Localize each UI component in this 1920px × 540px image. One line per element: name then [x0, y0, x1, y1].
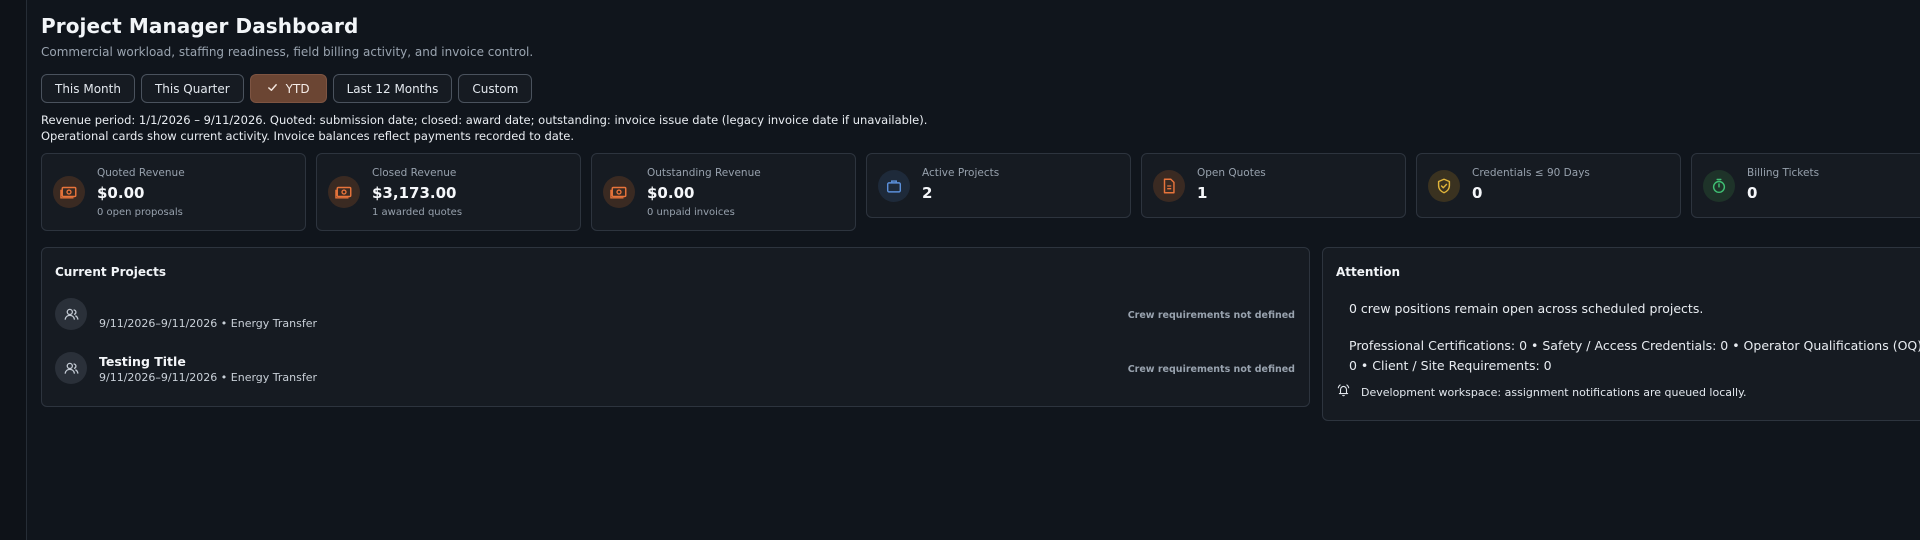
page-title: Project Manager Dashboard	[41, 14, 359, 38]
project-meta: 9/11/2026–9/11/2026 • Energy Transfer	[99, 317, 318, 330]
kpi-active-projects[interactable]: Active Projects 2	[866, 153, 1131, 218]
attention-notice: Development workspace: assignment notifi…	[1336, 383, 1747, 401]
period-note-line: Revenue period: 1/1/2026 – 9/11/2026. Qu…	[41, 113, 928, 127]
period-label: This Quarter	[154, 81, 230, 96]
project-title: Testing Title	[99, 354, 186, 369]
kpi-sub: 1 awarded quotes	[372, 207, 463, 218]
kpi-closed-revenue[interactable]: Closed Revenue $3,173.00 1 awarded quote…	[316, 153, 581, 231]
kpi-credentials-90-days[interactable]: Credentials ≤ 90 Days 0	[1416, 153, 1681, 218]
kpi-value: $0.00	[647, 184, 695, 202]
panel-title: Attention	[1336, 265, 1401, 279]
period-this-quarter-button[interactable]: This Quarter	[140, 74, 244, 103]
cash-icon	[328, 176, 360, 208]
kpi-value: $0.00	[97, 184, 145, 202]
project-status: Crew requirements not defined	[1127, 364, 1295, 375]
kpi-sub: 0 unpaid invoices	[647, 207, 735, 218]
shield-check-icon	[1428, 170, 1460, 202]
period-this-month-button[interactable]: This Month	[41, 74, 135, 103]
dashboard-main: Project Manager Dashboard Commercial wor…	[41, 0, 1920, 540]
bell-ring-icon	[1336, 383, 1351, 401]
attention-notice-text: Development workspace: assignment notifi…	[1361, 385, 1747, 399]
project-status: Crew requirements not defined	[1127, 310, 1295, 321]
kpi-label: Quoted Revenue	[97, 167, 185, 179]
current-projects-panel: Current Projects 9/11/2026–9/11/2026 • E…	[41, 247, 1310, 407]
period-filter-bar: This Month This Quarter YTD Last 12 Mont…	[41, 74, 533, 103]
attention-credential-summary: Professional Certifications: 0 • Safety …	[1349, 338, 1920, 373]
kpi-value: $3,173.00	[372, 184, 457, 202]
check-icon	[267, 82, 278, 96]
kpi-value: 0	[1747, 184, 1758, 202]
period-label: This Month	[55, 81, 121, 96]
document-icon	[1153, 170, 1185, 202]
kpi-label: Closed Revenue	[372, 167, 457, 179]
period-custom-button[interactable]: Custom	[458, 74, 533, 103]
side-rail	[0, 0, 27, 540]
cash-icon	[603, 176, 635, 208]
kpi-outstanding-revenue[interactable]: Outstanding Revenue $0.00 0 unpaid invoi…	[591, 153, 856, 231]
kpi-value: 1	[1197, 184, 1208, 202]
briefcase-icon	[878, 170, 910, 202]
attention-panel: Attention 0 crew positions remain open a…	[1322, 247, 1920, 421]
stopwatch-icon	[1703, 170, 1735, 202]
project-meta: 9/11/2026–9/11/2026 • Energy Transfer	[99, 371, 318, 384]
kpi-sub: 0 open proposals	[97, 207, 183, 218]
project-row[interactable]: Testing Title 9/11/2026–9/11/2026 • Ener…	[55, 352, 1295, 392]
kpi-label: Active Projects	[922, 167, 1000, 179]
period-label: YTD	[285, 81, 310, 96]
period-ytd-button[interactable]: YTD	[249, 74, 327, 103]
users-icon	[55, 352, 87, 384]
period-note-line: Operational cards show current activity.…	[41, 129, 575, 143]
panel-title: Current Projects	[55, 265, 166, 279]
period-label: Last 12 Months	[346, 81, 439, 96]
users-icon	[55, 298, 87, 330]
page-subtitle: Commercial workload, staffing readiness,…	[41, 45, 534, 59]
kpi-label: Billing Tickets	[1747, 167, 1820, 179]
kpi-value: 2	[922, 184, 933, 202]
kpi-open-quotes[interactable]: Open Quotes 1	[1141, 153, 1406, 218]
kpi-value: 0	[1472, 184, 1483, 202]
project-row[interactable]: 9/11/2026–9/11/2026 • Energy Transfer Cr…	[55, 298, 1295, 338]
kpi-quoted-revenue[interactable]: Quoted Revenue $0.00 0 open proposals	[41, 153, 306, 231]
period-note: Revenue period: 1/1/2026 – 9/11/2026. Qu…	[41, 112, 927, 144]
kpi-billing-tickets[interactable]: Billing Tickets 0	[1691, 153, 1920, 218]
kpi-label: Credentials ≤ 90 Days	[1472, 167, 1590, 179]
kpi-label: Outstanding Revenue	[647, 167, 761, 179]
attention-crew-open: 0 crew positions remain open across sche…	[1349, 301, 1704, 316]
period-label: Custom	[472, 81, 519, 96]
kpi-label: Open Quotes	[1197, 167, 1266, 179]
cash-icon	[53, 176, 85, 208]
period-last-12-months-button[interactable]: Last 12 Months	[332, 74, 453, 103]
